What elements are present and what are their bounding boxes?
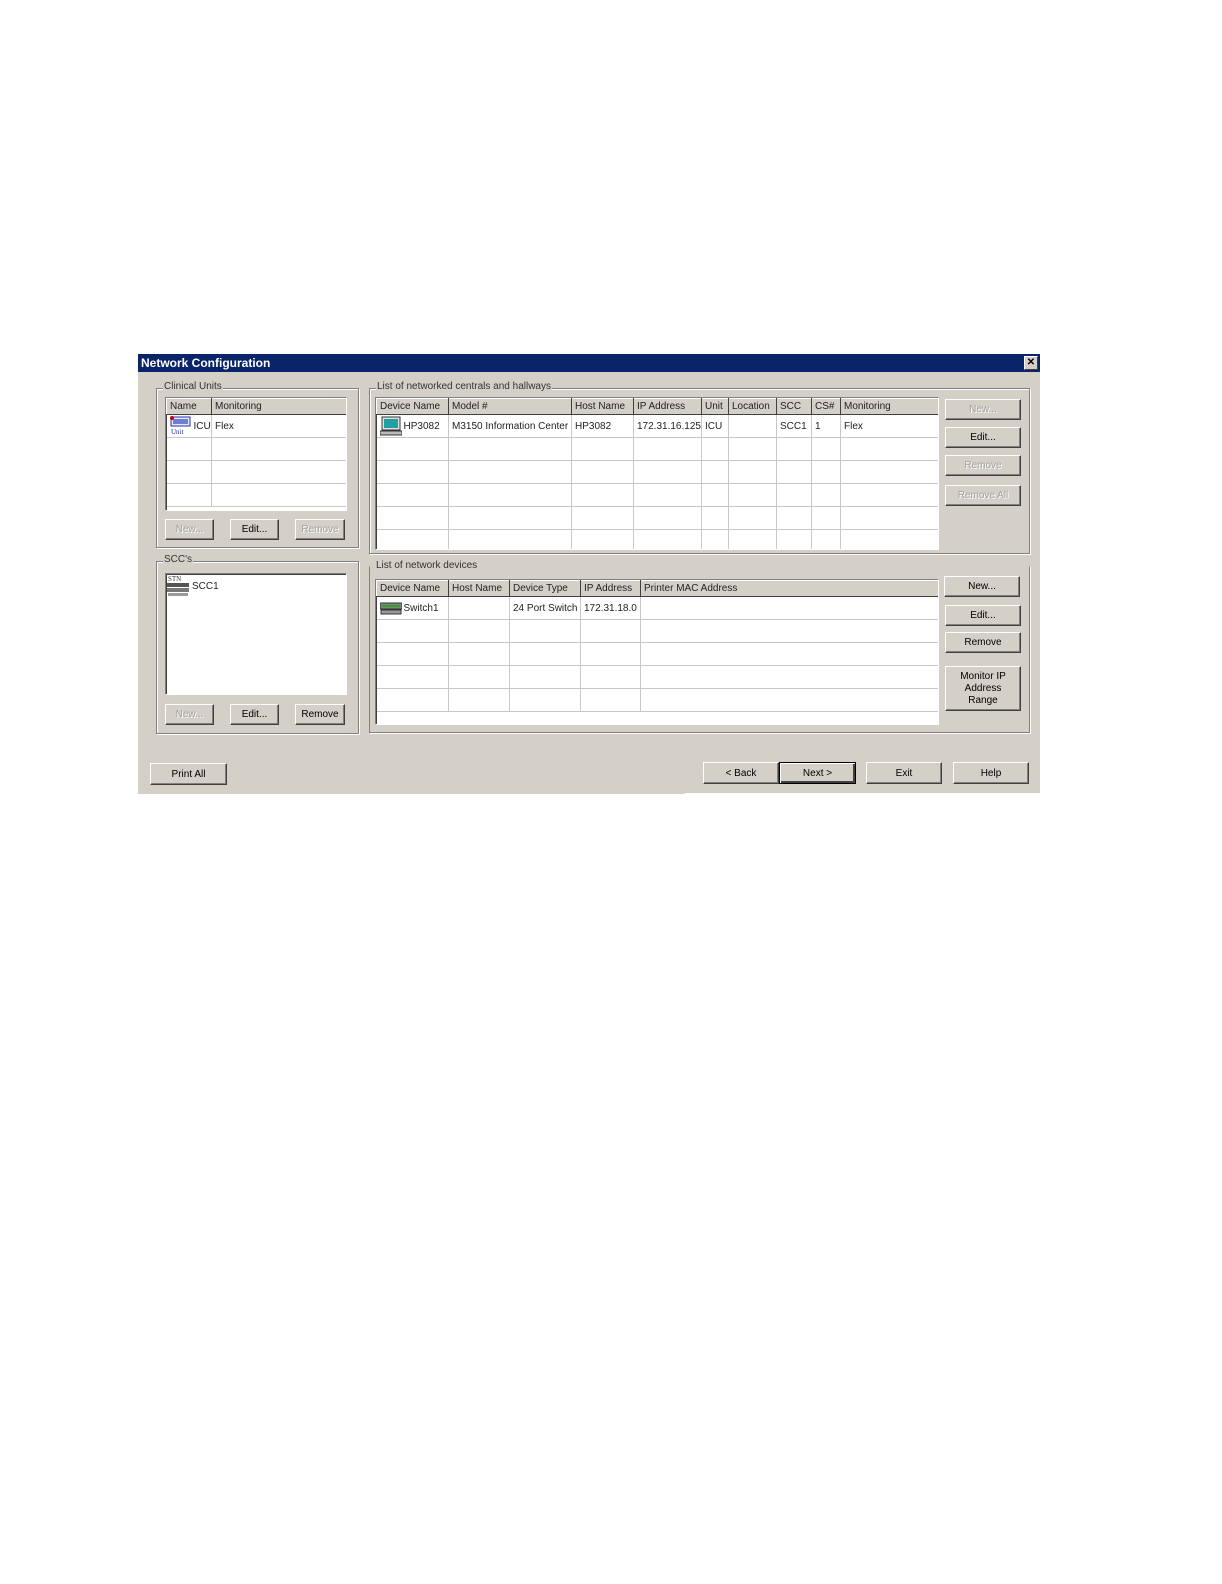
computer-monitor-icon	[379, 416, 402, 436]
clinical-units-legend: Clinical Units	[163, 381, 223, 392]
exit-button[interactable]: Exit	[866, 762, 942, 784]
column-header-device-name[interactable]: Device Name	[376, 580, 449, 597]
network-switch-icon	[379, 602, 402, 615]
print-all-button[interactable]: Print All	[150, 763, 227, 785]
column-header-device-name[interactable]: Device Name	[376, 398, 449, 415]
device-mac-address	[640, 596, 938, 620]
monitor-ip-address-range-button[interactable]: Monitor IP Address Range	[945, 666, 1021, 711]
device-ip-address: 172.31.18.0	[580, 596, 641, 620]
device-host-name	[448, 596, 510, 620]
sccs-new-button[interactable]: New...	[165, 704, 214, 725]
centrals-remove-all-button[interactable]: Remove All	[945, 485, 1021, 506]
central-scc: SCC1	[776, 414, 812, 438]
centrals-table: Device Name Model # Host Name IP Address…	[376, 398, 938, 549]
bottom-edge-line	[685, 793, 1040, 794]
clinical-units-list[interactable]: Name Monitoring Unit ICU Flex	[165, 397, 347, 511]
centrals-list[interactable]: Device Name Model # Host Name IP Address…	[375, 397, 939, 550]
table-row	[376, 619, 938, 643]
central-cs: 1	[811, 414, 841, 438]
central-host-name: HP3082	[571, 414, 634, 438]
scc-icon-label: STN	[168, 575, 181, 583]
table-row	[376, 642, 938, 666]
unit-monitoring: Flex	[211, 414, 346, 438]
unit-icon: Unit	[169, 416, 190, 436]
window-title: Network Configuration	[141, 356, 271, 370]
column-header-device-type[interactable]: Device Type	[509, 580, 581, 597]
table-row	[166, 460, 346, 484]
devices-list[interactable]: Device Name Host Name Device Type IP Add…	[375, 579, 939, 725]
centrals-remove-button[interactable]: Remove	[945, 455, 1021, 476]
scc-switch-icon: STN	[167, 575, 189, 596]
devices-legend: List of network devices	[376, 560, 478, 571]
sccs-legend: SCC's	[163, 554, 194, 565]
table-row	[376, 483, 938, 507]
table-row	[376, 460, 938, 484]
devices-table: Device Name Host Name Device Type IP Add…	[376, 580, 938, 712]
close-icon[interactable]: ✕	[1024, 356, 1038, 370]
clinical-units-edit-button[interactable]: Edit...	[230, 519, 279, 540]
devices-edit-button[interactable]: Edit...	[945, 605, 1021, 626]
column-header-ip-address[interactable]: IP Address	[580, 580, 641, 597]
monitor-ip-line-3: Range	[968, 694, 998, 706]
sccs-remove-button[interactable]: Remove	[295, 704, 345, 725]
clinical-units-remove-button[interactable]: Remove	[295, 519, 345, 540]
column-header-monitoring[interactable]: Monitoring	[840, 398, 938, 415]
device-type: 24 Port Switch	[509, 596, 581, 620]
table-row	[376, 665, 938, 689]
column-header-printer-mac[interactable]: Printer MAC Address	[640, 580, 938, 597]
table-row[interactable]: Switch1 24 Port Switch 172.31.18.0	[376, 596, 938, 620]
next-button[interactable]: Next >	[779, 762, 856, 784]
clinical-units-table: Name Monitoring Unit ICU Flex	[166, 398, 346, 507]
sccs-edit-button[interactable]: Edit...	[230, 704, 279, 725]
scc-name: SCC1	[192, 580, 219, 592]
monitor-ip-line-1: Monitor IP	[960, 670, 1006, 682]
column-header-host-name[interactable]: Host Name	[448, 580, 510, 597]
table-row	[166, 483, 346, 507]
centrals-legend: List of networked centrals and hallways	[376, 381, 552, 392]
column-header-name[interactable]: Name	[166, 398, 212, 415]
column-header-scc[interactable]: SCC	[776, 398, 812, 415]
central-monitoring: Flex	[840, 414, 938, 438]
central-location	[728, 414, 777, 438]
central-ip-address: 172.31.16.125	[633, 414, 702, 438]
column-header-ip-address[interactable]: IP Address	[633, 398, 702, 415]
column-header-host-name[interactable]: Host Name	[571, 398, 634, 415]
table-row	[376, 437, 938, 461]
devices-new-button[interactable]: New...	[944, 576, 1020, 597]
title-bar: Network Configuration ✕	[138, 354, 1040, 372]
table-row	[376, 529, 938, 549]
central-unit: ICU	[701, 414, 729, 438]
central-model: M3150 Information Center	[448, 414, 572, 438]
network-configuration-dialog: Network Configuration ✕ Clinical Units N…	[138, 354, 1040, 794]
column-header-location[interactable]: Location	[728, 398, 777, 415]
centrals-new-button[interactable]: New...	[945, 399, 1021, 420]
monitor-ip-line-2: Address	[964, 682, 1002, 694]
help-button[interactable]: Help	[953, 762, 1029, 784]
unit-icon-label: Unit	[171, 428, 184, 436]
central-device-name: HP3082	[403, 420, 440, 432]
column-header-unit[interactable]: Unit	[701, 398, 729, 415]
sccs-list[interactable]: STN SCC1	[165, 573, 347, 695]
column-header-model[interactable]: Model #	[448, 398, 572, 415]
devices-remove-button[interactable]: Remove	[945, 632, 1021, 653]
table-row[interactable]: Unit ICU Flex	[166, 414, 346, 438]
device-name: Switch1	[403, 602, 439, 614]
unit-name: ICU	[193, 420, 211, 432]
table-row[interactable]: HP3082 M3150 Information Center HP3082 1…	[376, 414, 938, 438]
column-header-cs[interactable]: CS#	[811, 398, 841, 415]
centrals-edit-button[interactable]: Edit...	[945, 427, 1021, 448]
list-item[interactable]: STN SCC1	[166, 574, 346, 598]
table-row	[376, 688, 938, 712]
back-button[interactable]: < Back	[703, 762, 779, 784]
column-header-monitoring[interactable]: Monitoring	[211, 398, 346, 415]
table-row	[166, 437, 346, 461]
table-row	[376, 506, 938, 530]
clinical-units-new-button[interactable]: New...	[165, 519, 214, 540]
